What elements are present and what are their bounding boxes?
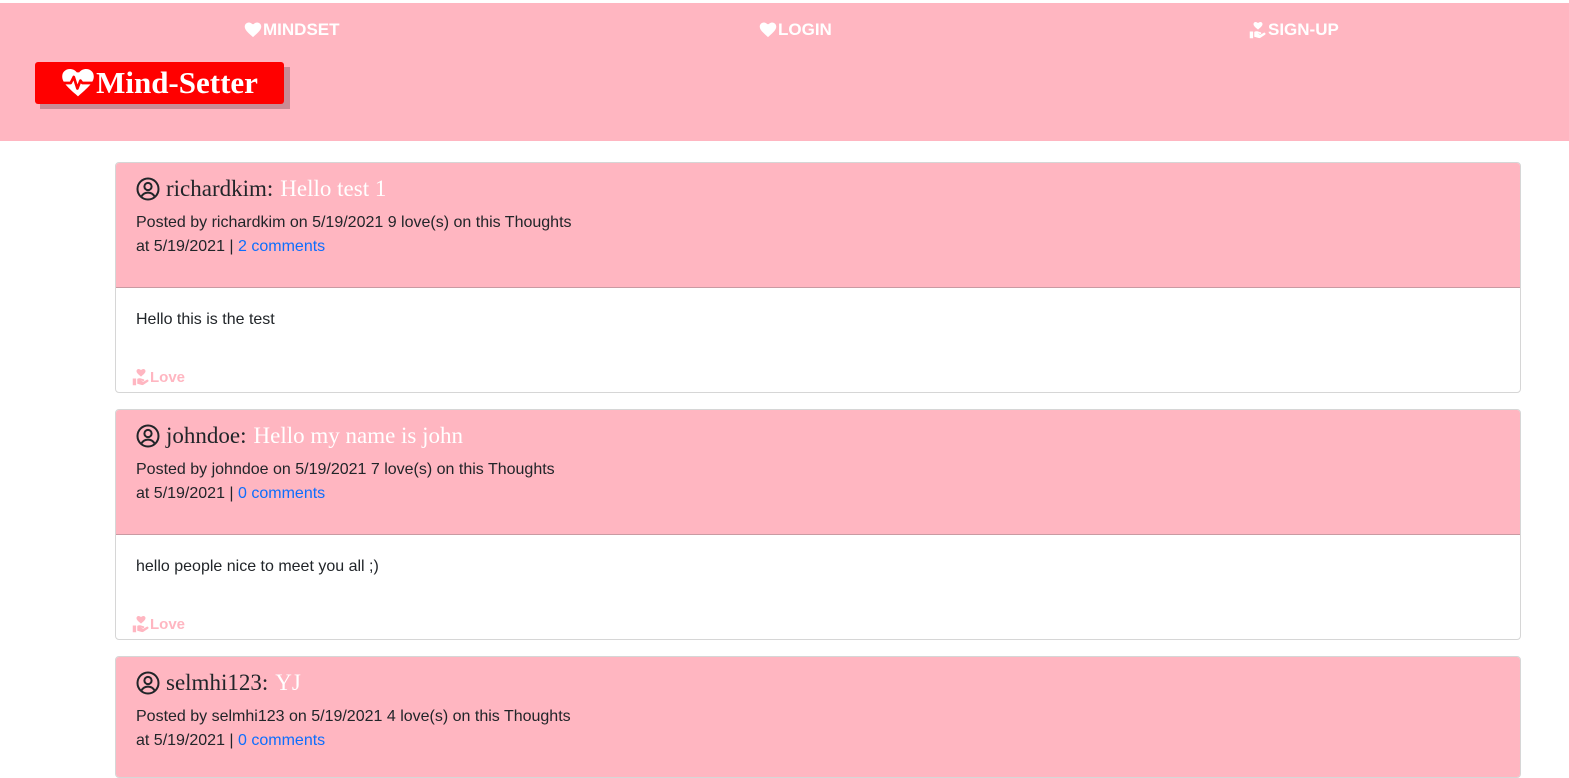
thought-meta-date: at 5/19/2021 | 2 comments [136,238,325,256]
thought-body: Hello this is the test [136,311,275,328]
nav-signup-label: SIGN-UP [1268,20,1339,39]
hand-holding-heart-icon [132,368,149,386]
nav-login-link[interactable]: LOGIN [759,18,832,42]
hand-holding-heart-icon [132,615,149,633]
brand-logo[interactable]: Mind-Setter [35,62,284,104]
thought-title[interactable]: YJ [275,670,301,696]
thought-card-header: johndoe: Hello my name is john Posted by … [116,410,1520,535]
nav-login-label: LOGIN [778,20,832,39]
thought-meta-date: at 5/19/2021 | 0 comments [136,485,325,503]
love-button[interactable]: Love [132,615,185,633]
thought-username[interactable]: richardkim [166,176,267,202]
title-separator: : [240,423,247,448]
hand-holding-heart-icon [1249,21,1266,39]
thought-card-title: richardkim: Hello test 1 [136,176,386,202]
heart-icon [244,22,262,38]
thought-meta: Posted by johndoe on 5/19/2021 7 love(s)… [136,461,555,478]
thought-title[interactable]: Hello my name is john [254,423,464,449]
thought-meta-date: at 5/19/2021 | 0 comments [136,732,325,750]
thought-date: at 5/19/2021 | [136,485,239,502]
thought-title[interactable]: Hello test 1 [280,176,386,202]
thought-card-title: selmhi123: YJ [136,670,301,696]
thought-card: selmhi123: YJ Posted by selmhi123 on 5/19… [115,656,1521,778]
nav-mindset-link[interactable]: MINDSET [244,18,340,42]
thought-card: richardkim: Hello test 1 Posted by richar… [115,162,1521,393]
thought-card: johndoe: Hello my name is john Posted by … [115,409,1521,640]
thought-card-header: selmhi123: YJ Posted by selmhi123 on 5/19… [116,657,1520,777]
user-circle-icon [136,671,160,695]
site-header: MINDSET LOGIN SIGN-UP Mind-Setter [0,3,1569,141]
love-label: Love [150,615,186,633]
thought-card-title: johndoe: Hello my name is john [136,423,463,449]
thought-card-header: richardkim: Hello test 1 Posted by richar… [116,163,1520,288]
heart-icon [759,22,777,38]
love-label: Love [150,368,186,386]
love-button[interactable]: Love [132,368,185,386]
comments-link[interactable]: 0 comments [238,732,325,749]
title-separator: : [261,670,269,695]
comments-link[interactable]: 0 comments [238,485,325,502]
thought-date: at 5/19/2021 | [136,238,239,255]
thought-username[interactable]: johndoe [166,423,240,449]
thought-body: hello people nice to meet you all ;) [136,558,379,575]
thought-meta: Posted by selmhi123 on 5/19/2021 4 love(… [136,708,571,725]
thought-meta: Posted by richardkim on 5/19/2021 9 love… [136,214,572,231]
title-separator: : [266,176,274,201]
thought-username[interactable]: selmhi123 [166,670,262,696]
nav-signup-link[interactable]: SIGN-UP [1249,18,1339,42]
comments-link[interactable]: 2 comments [238,238,325,255]
user-circle-icon [136,424,160,448]
heartbeat-icon [62,69,94,97]
user-circle-icon [136,177,160,201]
brand-name: Mind-Setter [96,65,258,100]
nav-mindset-label: MINDSET [263,20,340,39]
thought-date: at 5/19/2021 | [136,732,239,749]
